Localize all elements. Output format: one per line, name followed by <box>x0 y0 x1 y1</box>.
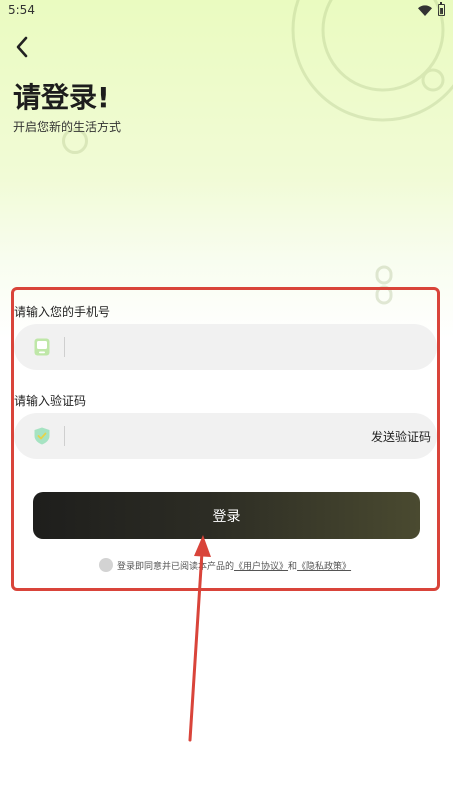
decorative-badge-graphic <box>291 0 453 122</box>
page-title: 请登录! <box>13 81 110 114</box>
code-field[interactable]: 发送验证码 <box>14 413 437 459</box>
agreement-conjunction: 和 <box>288 561 298 572</box>
login-button[interactable]: 登录 <box>33 492 420 539</box>
shield-check-icon <box>34 427 50 445</box>
code-input[interactable] <box>75 428 371 444</box>
phone-field[interactable] <box>14 324 437 370</box>
phone-icon <box>34 338 50 356</box>
code-label: 请输入验证码 <box>14 394 87 408</box>
status-time: 5:54 <box>8 3 35 17</box>
phone-input[interactable] <box>75 339 437 355</box>
privacy-policy-link[interactable]: 《隐私政策》 <box>297 559 351 572</box>
code-field-divider <box>64 426 65 446</box>
agree-checkbox[interactable] <box>99 558 113 572</box>
agreement-row: 登录即同意并已阅读本产品的 《用户协议》 和 《隐私政策》 <box>99 558 351 572</box>
send-code-button[interactable]: 发送验证码 <box>371 428 431 445</box>
phone-field-divider <box>64 337 65 357</box>
page-subtitle: 开启您新的生活方式 <box>13 120 122 134</box>
user-agreement-link[interactable]: 《用户协议》 <box>234 559 288 572</box>
phone-label: 请输入您的手机号 <box>14 305 111 319</box>
back-chevron-icon <box>16 36 28 58</box>
back-button[interactable] <box>10 34 34 60</box>
agreement-text: 登录即同意并已阅读本产品的 <box>117 561 235 572</box>
